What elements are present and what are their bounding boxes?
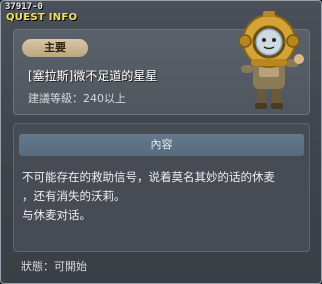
quest-description: 不可能存在的救助信号，说着莫名其妙的话的休麦 ，还有消失的沃莉。 与休麦对话。 (22, 168, 302, 225)
quest-id: 37917-0 (5, 2, 43, 12)
quest-name: [塞拉斯]微不足道的星星 (28, 69, 158, 83)
description-line: 与休麦对话。 (22, 208, 91, 222)
quest-type-badge: 主要 (22, 39, 88, 57)
description-line: ，还有消失的沃莉。 (22, 189, 126, 203)
quest-info-window: 37917-0 QUEST INFO 主要 [塞拉斯]微不足道的星星 建議等級：… (0, 0, 322, 284)
description-line: 不可能存在的救助信号，说着莫名其妙的话的休麦 (22, 170, 275, 184)
recommended-level: 建議等級：240以上 (28, 92, 126, 105)
diver-npc-icon (238, 11, 304, 109)
content-section-header: 內容 (19, 134, 304, 156)
window-title: QUEST INFO (6, 12, 78, 23)
quest-detail-panel: 內容 不可能存在的救助信号，说着莫名其妙的话的休麦 ，还有消失的沃莉。 与休麦对… (13, 123, 310, 252)
quest-status: 狀態：可開始 (21, 260, 87, 273)
